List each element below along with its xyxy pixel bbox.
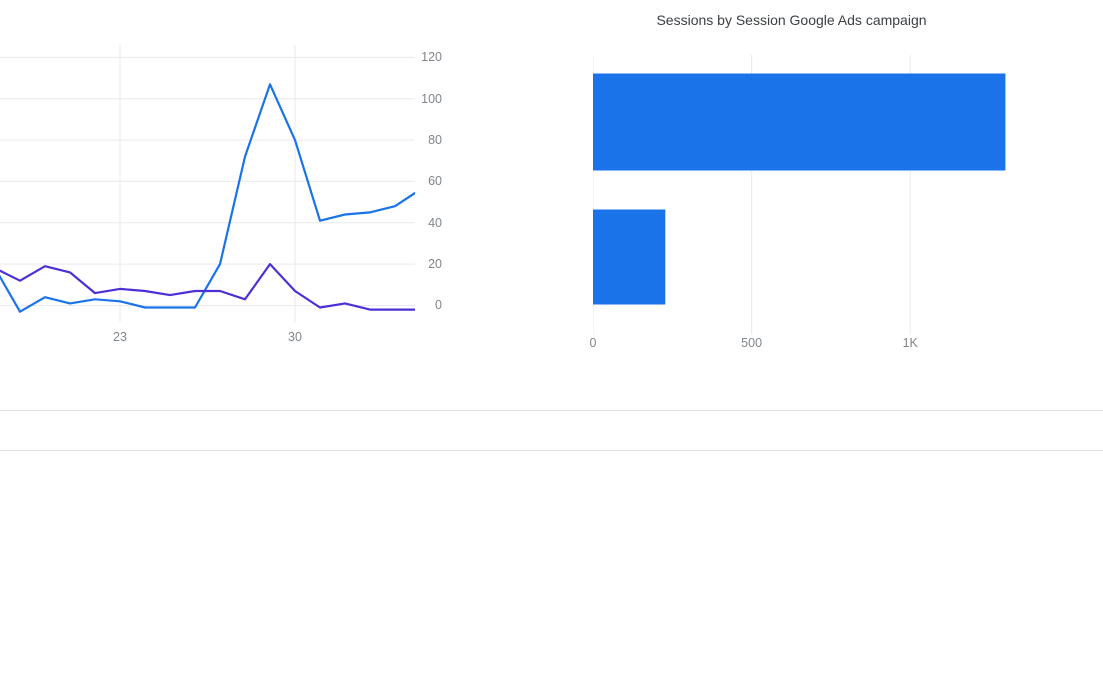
y-axis-tick-label: 0	[435, 298, 442, 312]
bar-chart-x-axis: 0 500 1K	[593, 336, 1053, 358]
line-chart-card: 0 20 40 60 80 100 120 23 30	[0, 0, 480, 380]
y-axis-tick-label: 100	[421, 92, 442, 106]
x-axis-tick-label: 23	[113, 330, 127, 344]
charts-area: 0 20 40 60 80 100 120 23 30 Sessions by Session…	[0, 0, 1103, 395]
bar-chart-plot[interactable]	[593, 55, 1053, 335]
bar[interactable]	[593, 210, 665, 305]
x-axis-tick-label: 1K	[903, 336, 918, 350]
y-axis-tick-label: 80	[428, 133, 442, 147]
metrics-table-section: Rows per page: 10 1-2 of 2 Google Adscli…	[0, 395, 1103, 678]
line-series-1	[0, 84, 415, 311]
bar-chart-title: Sessions by Session Google Ads campaign	[480, 12, 1103, 28]
bar[interactable]	[593, 74, 1005, 171]
y-axis-tick-label: 20	[428, 257, 442, 271]
y-axis-tick-label: 120	[421, 50, 442, 64]
report-page: 0 20 40 60 80 100 120 23 30 Sessions by Session…	[0, 0, 1103, 678]
line-chart-y-axis: 0 20 40 60 80 100 120	[418, 45, 478, 335]
divider-pager	[0, 450, 1103, 451]
bar-chart-card: Sessions by Session Google Ads campaign …	[480, 0, 1103, 380]
x-axis-tick-label: 500	[741, 336, 762, 350]
line-chart-plot[interactable]	[0, 45, 415, 322]
x-axis-tick-label: 0	[590, 336, 597, 350]
x-axis-tick-label: 30	[288, 330, 302, 344]
y-axis-tick-label: 60	[428, 174, 442, 188]
y-axis-tick-label: 40	[428, 216, 442, 230]
divider-top	[0, 410, 1103, 411]
line-chart-x-axis: 23 30	[0, 330, 415, 352]
